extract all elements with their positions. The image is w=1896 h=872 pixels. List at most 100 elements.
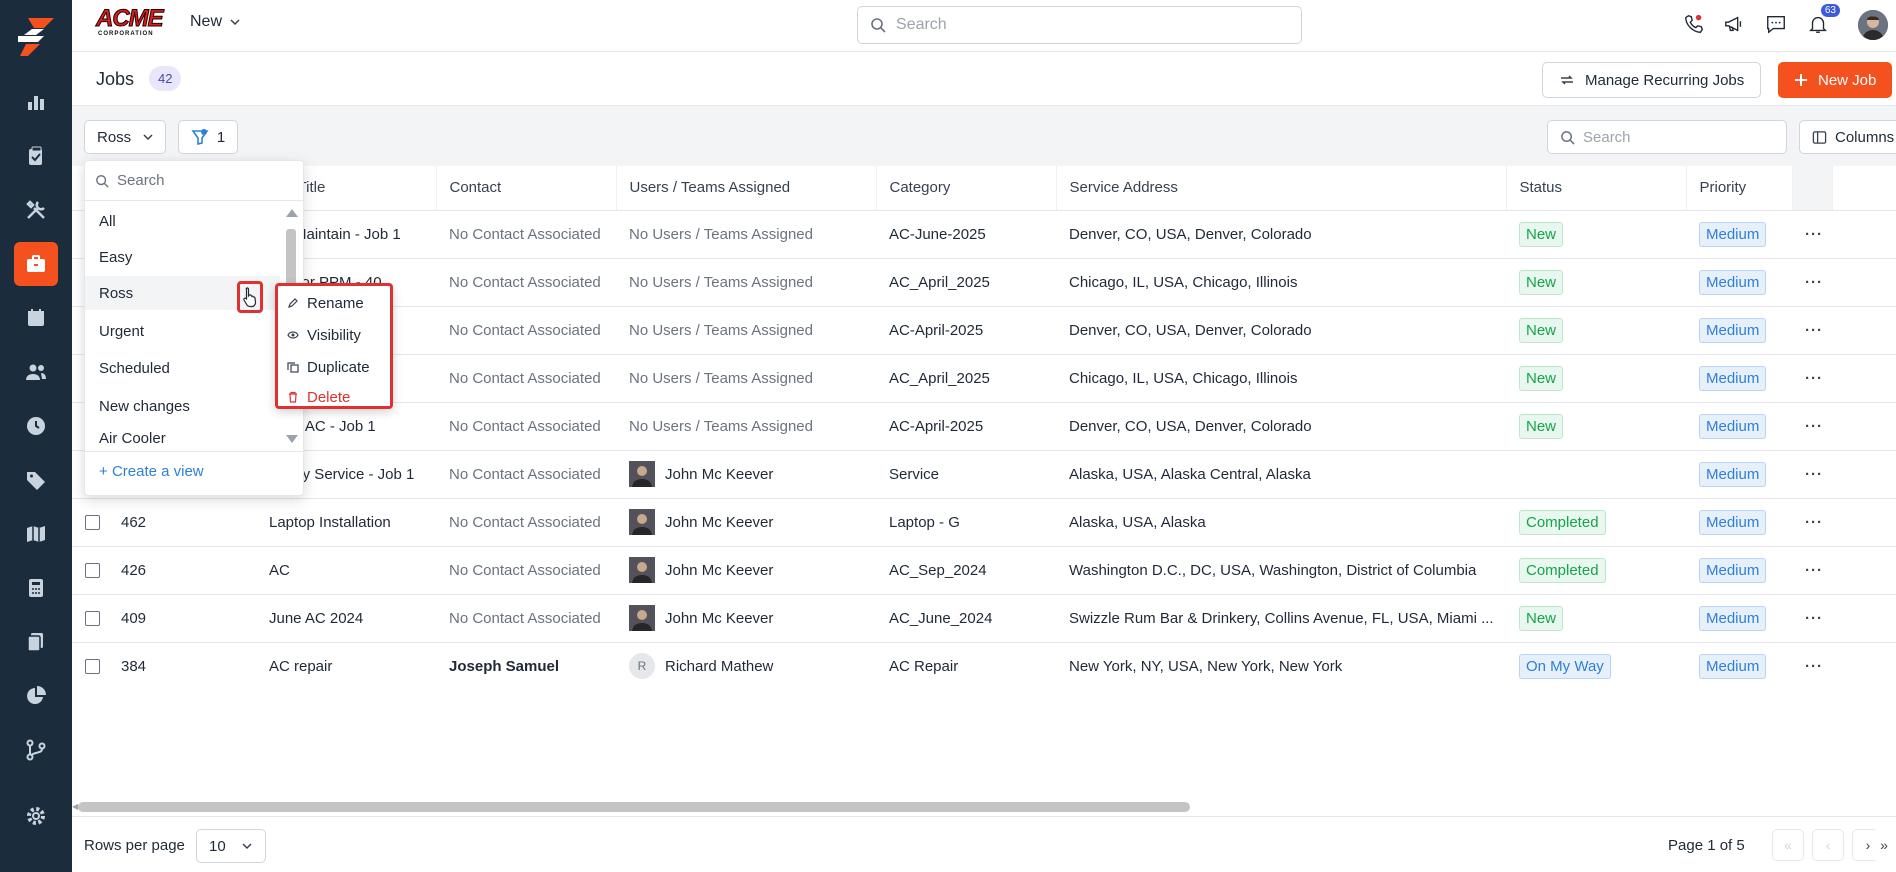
table-row[interactable]: 462 Laptop Installation No Contact Associa… — [72, 498, 1896, 547]
actions-cell[interactable]: ··· — [1792, 642, 1832, 690]
header-contact[interactable]: Contact — [436, 166, 617, 211]
row-checkbox[interactable] — [85, 563, 100, 579]
avatar[interactable] — [1858, 10, 1888, 40]
row-checkbox[interactable] — [85, 515, 100, 531]
tag-icon[interactable] — [14, 458, 58, 502]
select-cell[interactable] — [72, 546, 108, 595]
service-address: Denver, CO, USA, Denver, Colorado — [1069, 417, 1312, 435]
actions-cell[interactable]: ··· — [1792, 210, 1832, 259]
briefcase-icon[interactable] — [14, 242, 58, 286]
megaphone-icon[interactable] — [1720, 10, 1748, 38]
view-item-all[interactable]: All — [85, 204, 280, 238]
duplicate-menu-item[interactable]: Duplicate — [278, 352, 390, 382]
page-title: Jobs — [96, 69, 135, 89]
view-item-scheduled[interactable]: Scheduled — [85, 351, 280, 385]
calendar-icon[interactable] — [14, 296, 58, 340]
job-title-cell[interactable]: AC — [256, 546, 436, 595]
more-actions-icon[interactable]: ··· — [1805, 370, 1823, 387]
global-search-input[interactable]: Search — [857, 6, 1302, 44]
clock-icon[interactable] — [14, 404, 58, 448]
select-cell[interactable] — [72, 498, 108, 547]
category: AC-April-2025 — [889, 417, 984, 435]
row-checkbox[interactable] — [85, 659, 100, 675]
header-priority[interactable]: Priority — [1686, 166, 1793, 211]
header-status[interactable]: Status — [1506, 166, 1687, 211]
contact-cell[interactable]: Joseph Samuel — [436, 642, 616, 690]
rename-menu-item[interactable]: Rename — [278, 288, 390, 318]
select-cell[interactable] — [72, 642, 108, 690]
first-page-button[interactable]: « — [1772, 829, 1804, 861]
header-category[interactable]: Category — [876, 166, 1057, 211]
table-row[interactable]: 426 AC No Contact Associated John Mc Keever… — [72, 546, 1896, 595]
actions-cell[interactable]: ··· — [1792, 594, 1832, 643]
view-search-input[interactable]: Search — [85, 161, 303, 201]
map-icon[interactable] — [14, 512, 58, 556]
header-service-address[interactable]: Service Address — [1056, 166, 1507, 211]
actions-cell[interactable]: ··· — [1792, 258, 1832, 307]
more-actions-icon[interactable]: ··· — [1805, 466, 1823, 483]
more-actions-icon[interactable]: ··· — [1805, 322, 1823, 339]
more-actions-icon[interactable]: ··· — [1805, 226, 1823, 243]
workflow-icon[interactable] — [14, 728, 58, 772]
visibility-menu-item[interactable]: Visibility — [278, 320, 390, 350]
view-select[interactable]: Ross — [84, 120, 166, 154]
actions-cell[interactable]: ··· — [1792, 402, 1832, 451]
tools-icon[interactable] — [14, 188, 58, 232]
job-title-cell[interactable]: June AC 2024 — [256, 594, 436, 643]
clipboard-icon[interactable] — [14, 134, 58, 178]
more-actions-icon[interactable]: ··· — [1805, 514, 1823, 531]
more-actions-icon[interactable]: ··· — [1805, 418, 1823, 435]
select-cell[interactable] — [72, 594, 108, 643]
spacer-cell — [1832, 210, 1896, 259]
manage-recurring-jobs-button[interactable]: Manage Recurring Jobs — [1542, 62, 1762, 98]
pie-chart-icon[interactable] — [14, 674, 58, 718]
phone-icon[interactable] — [1680, 10, 1708, 38]
actions-cell[interactable]: ··· — [1792, 498, 1832, 547]
delete-menu-item[interactable]: Delete — [278, 382, 390, 412]
view-item-urgent[interactable]: Urgent — [85, 314, 280, 348]
table-row[interactable]: AC Maintain - Job 1 No Contact Associated… — [72, 210, 1896, 259]
view-item-label: Easy — [99, 248, 133, 266]
job-title-cell[interactable]: Laptop Installation — [256, 498, 436, 547]
actions-cell[interactable]: ··· — [1792, 546, 1832, 595]
table-row[interactable]: 384 AC repair Joseph Samuel R Richard Mathew… — [72, 642, 1896, 690]
assignee-name: Richard Mathew — [665, 657, 774, 675]
prev-page-button[interactable]: ‹ — [1812, 829, 1844, 861]
bell-icon[interactable]: 63 — [1804, 4, 1840, 38]
chat-icon[interactable] — [1762, 10, 1790, 38]
table-search-input[interactable]: Search — [1547, 120, 1787, 154]
more-actions-icon[interactable]: ··· — [1805, 610, 1823, 627]
filter-button[interactable]: 1 — [178, 120, 238, 154]
actions-cell[interactable]: ··· — [1792, 354, 1832, 403]
documents-icon[interactable] — [14, 620, 58, 664]
table-row[interactable]: Yearly Service - Job 1 No Contact Associa… — [72, 450, 1896, 499]
last-page-button[interactable]: » — [1872, 829, 1896, 861]
app-logo-icon[interactable] — [14, 14, 58, 58]
new-menu-button[interactable]: New — [190, 13, 240, 31]
calculator-icon[interactable] — [14, 566, 58, 610]
horizontal-scrollbar[interactable] — [78, 802, 1190, 812]
table-row[interactable]: 409 June AC 2024 No Contact Associated John… — [72, 594, 1896, 643]
job-title-cell[interactable]: AC repair — [256, 642, 436, 690]
rows-per-page-select[interactable]: 10 — [196, 829, 266, 863]
more-actions-icon[interactable]: ··· — [1805, 274, 1823, 291]
view-item-easy[interactable]: Easy — [85, 240, 280, 274]
job-title: June AC 2024 — [269, 609, 364, 627]
actions-cell[interactable]: ··· — [1792, 450, 1832, 499]
actions-cell[interactable]: ··· — [1792, 306, 1832, 355]
brand-logo[interactable]: ACME CORPORATION — [96, 6, 166, 37]
users-icon[interactable] — [14, 350, 58, 394]
more-actions-icon[interactable]: ··· — [1805, 562, 1823, 579]
reports-icon[interactable] — [14, 80, 58, 124]
view-item-menu-button[interactable] — [237, 281, 263, 313]
header-users-teams[interactable]: Users / Teams Assigned — [616, 166, 877, 211]
view-item-air-cooler[interactable]: Air Cooler — [85, 426, 280, 450]
row-checkbox[interactable] — [85, 611, 100, 627]
settings-icon[interactable] — [14, 794, 58, 838]
view-item-new-changes[interactable]: New changes — [85, 389, 280, 423]
more-actions-icon[interactable]: ··· — [1805, 658, 1823, 675]
view-list-scroll-thumb[interactable] — [286, 229, 296, 289]
new-job-button[interactable]: New Job — [1778, 62, 1893, 98]
columns-button[interactable]: Columns — [1799, 120, 1896, 154]
create-view-link[interactable]: + Create a view — [99, 463, 204, 480]
